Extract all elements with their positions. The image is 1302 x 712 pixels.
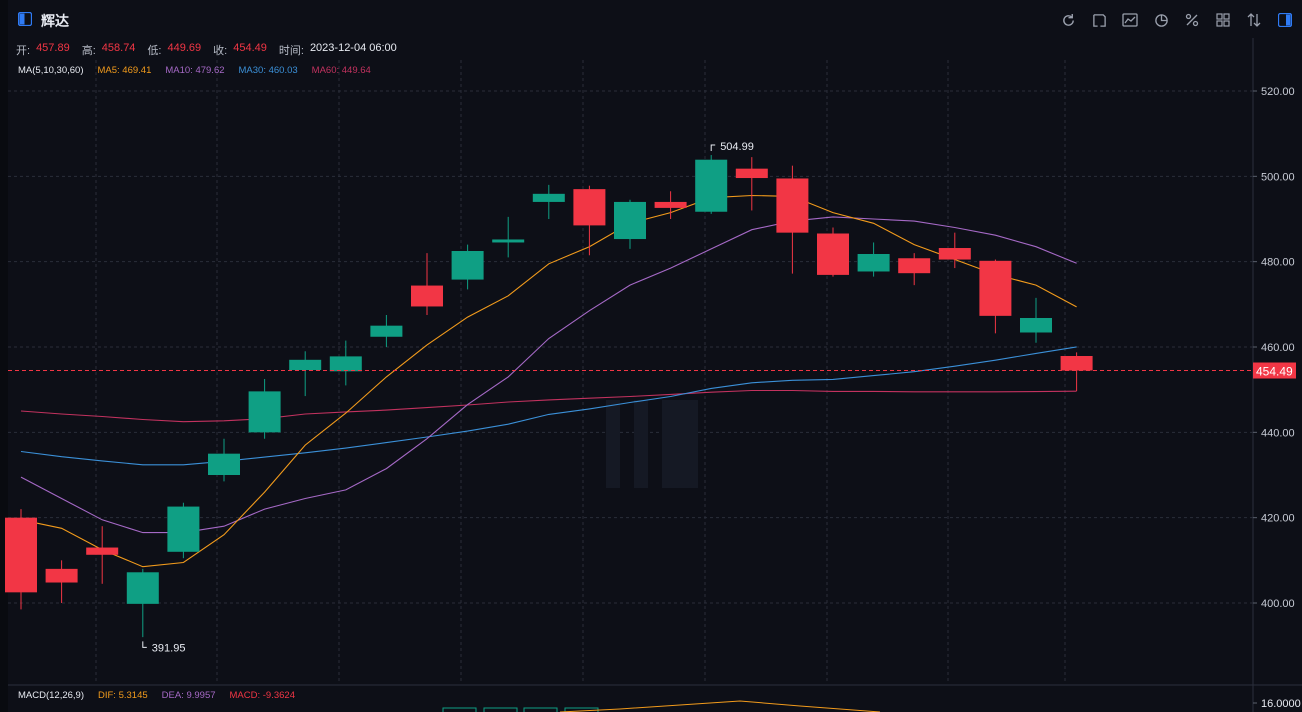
y-tick-label: 440.00 — [1261, 427, 1295, 439]
ma10-value: MA10: 479.62 — [165, 65, 225, 76]
candle-body — [492, 239, 525, 243]
candle-body — [573, 189, 606, 226]
y-tick-label: 520.00 — [1261, 86, 1295, 98]
macd-axis-label: 16.0000 — [1261, 698, 1301, 710]
candle-body — [45, 568, 78, 583]
candle-body — [776, 178, 809, 233]
y-tick-label: 420.00 — [1261, 513, 1295, 525]
low-label: 低: — [147, 45, 162, 57]
ma30-value: MA30: 460.03 — [238, 65, 298, 76]
ma-legend: MA(5,10,30,60) MA5: 469.41 MA10: 479.62 … — [18, 65, 371, 76]
dea-value: DEA: 9.9957 — [161, 690, 216, 701]
candle-body — [614, 201, 646, 240]
toolbar — [1057, 11, 1296, 29]
candle-body — [451, 251, 484, 280]
candle-body — [1060, 356, 1093, 371]
draw-icon[interactable] — [1088, 11, 1110, 29]
candle-body — [532, 193, 565, 202]
candle-body — [167, 506, 200, 552]
ma5-value: MA5: 469.41 — [97, 65, 152, 76]
sort-icon[interactable] — [1243, 11, 1265, 29]
y-tick-label: 400.00 — [1261, 598, 1295, 610]
open-value: 457.89 — [36, 42, 70, 54]
candlestick-chart[interactable]: 520.00 500.00 480.00 460.00 440.00 420.00 400.… — [0, 0, 1302, 712]
candle-body — [979, 260, 1012, 316]
layout-icon[interactable] — [1274, 11, 1296, 29]
open-label: 开: — [16, 45, 31, 57]
high-marker-label: 504.99 — [720, 141, 754, 153]
pie-icon[interactable] — [1150, 11, 1172, 29]
time-label: 时间: — [278, 45, 304, 57]
candle-body — [938, 248, 971, 260]
dif-line — [559, 700, 881, 712]
close-label: 收: — [213, 45, 228, 57]
candle-body — [208, 453, 240, 475]
candle-body — [411, 285, 443, 307]
ma60-value: MA60: 449.64 — [311, 65, 371, 76]
stock-title: 辉达 — [41, 13, 69, 29]
percent-icon[interactable] — [1181, 11, 1203, 29]
ma30-line — [20, 346, 1077, 466]
macd-label: MACD(12,26,9) — [18, 690, 84, 701]
candle-body — [86, 547, 119, 555]
macd-bar — [483, 707, 518, 712]
low-marker-arrow — [142, 641, 147, 648]
watermark-mark — [662, 400, 698, 488]
panel-toggle-icon[interactable] — [17, 11, 33, 27]
macd-legend: MACD(12,26,9) DIF: 5.3145 DEA: 9.9957 MA… — [18, 690, 295, 701]
high-marker-arrow — [710, 144, 716, 152]
high-label: 高: — [81, 45, 96, 57]
y-tick-label: 480.00 — [1261, 257, 1295, 269]
compare-icon[interactable] — [1119, 11, 1141, 29]
candle-body — [857, 253, 890, 272]
candle-body — [248, 391, 281, 433]
candle-body — [1020, 317, 1052, 333]
candle-body — [126, 572, 159, 604]
macd-bar — [523, 707, 558, 712]
ohlc-info: 开: 457.89 高: 458.74 低: 449.69 收: 454.49 时间: 2… — [16, 42, 397, 58]
candle-body — [654, 201, 687, 208]
ma-label: MA(5,10,30,60) — [18, 65, 84, 76]
dif-value: DIF: 5.3145 — [98, 690, 148, 701]
candle-body — [898, 258, 931, 274]
ma60-line — [20, 389, 1077, 423]
candle-body — [817, 233, 849, 275]
refresh-icon[interactable] — [1057, 11, 1079, 29]
macd-value: MACD: -9.3624 — [229, 690, 295, 701]
macd-bar — [442, 707, 477, 712]
y-tick-label: 460.00 — [1261, 342, 1295, 354]
last-price-label: 454.49 — [1256, 365, 1293, 379]
candle-body — [370, 325, 403, 337]
low-value: 449.69 — [167, 42, 202, 54]
time-value: 2023-12-04 06:00 — [309, 42, 397, 54]
low-marker-label: 391.95 — [152, 642, 186, 654]
close-value: 454.49 — [233, 42, 267, 54]
candle-body — [329, 356, 362, 372]
y-tick-label: 500.00 — [1261, 171, 1295, 183]
candle-body — [735, 168, 768, 179]
candle-body — [5, 517, 37, 593]
watermark-mark — [606, 400, 620, 488]
candle-body — [695, 159, 728, 212]
grid-icon[interactable] — [1212, 11, 1234, 29]
watermark-mark — [634, 400, 648, 488]
candle-body — [289, 359, 322, 371]
high-value: 458.74 — [101, 42, 136, 54]
top-bar: 辉达 — [8, 0, 1302, 38]
